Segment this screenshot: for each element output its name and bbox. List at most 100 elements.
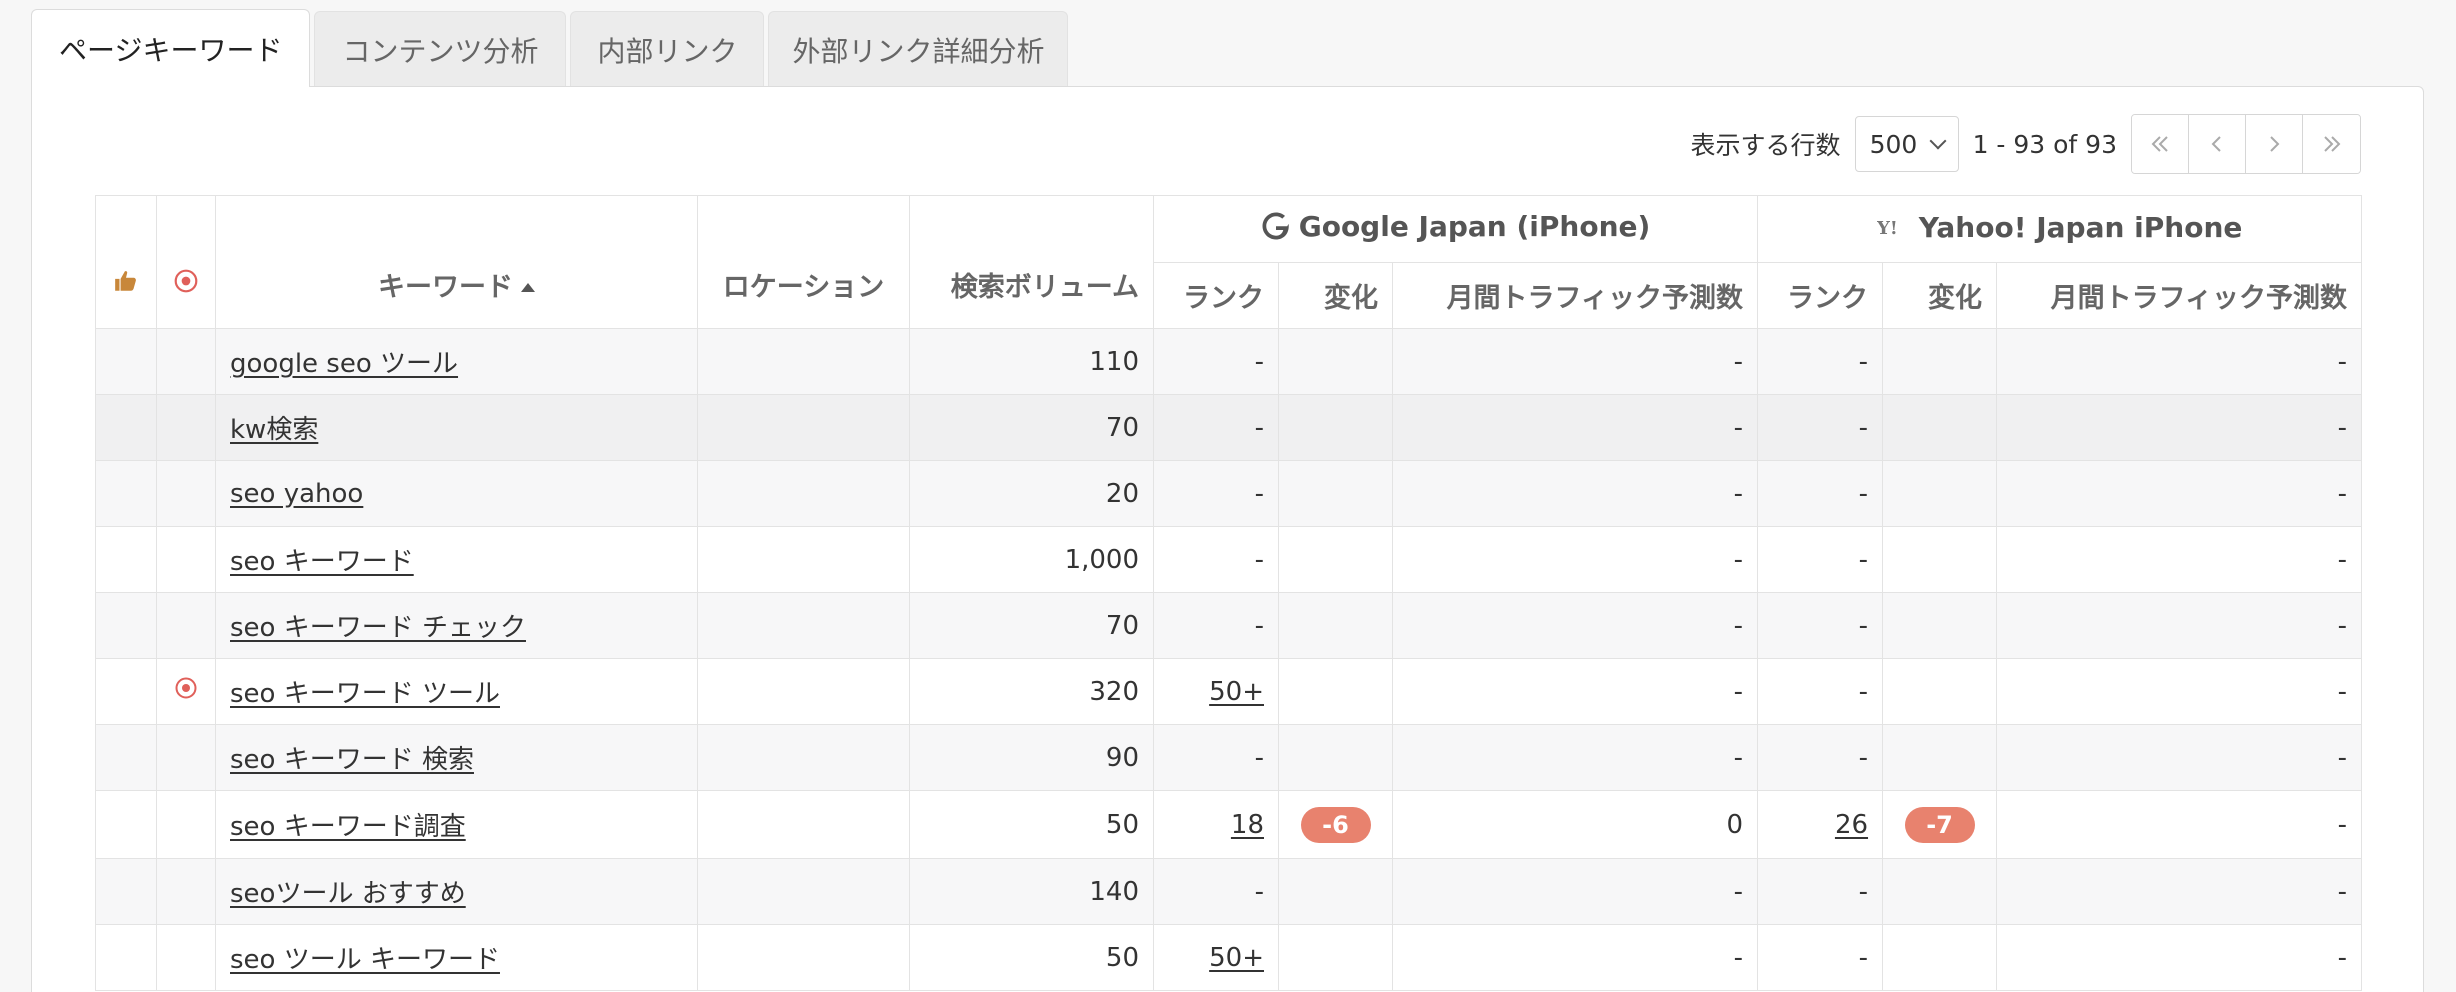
google-rank-header[interactable]: ランク [1153, 262, 1279, 329]
yahoo-change-cell [1882, 592, 1998, 659]
table-row: seo キーワード 検索 90 - - - - [95, 724, 2363, 791]
keyword-link[interactable]: seo キーワード チェック [230, 613, 526, 643]
keyword-column-header[interactable]: キーワード [215, 195, 698, 329]
location-cell [697, 592, 910, 659]
sort-ascending-icon [521, 282, 535, 292]
target-cell[interactable] [156, 858, 216, 925]
google-engine-header: Google Japan (iPhone) [1152, 195, 1759, 263]
favorite-cell[interactable] [95, 394, 157, 461]
volume-cell: 20 [909, 460, 1154, 527]
google-traffic-cell: - [1391, 858, 1759, 925]
favorite-cell[interactable] [95, 724, 157, 791]
keyword-link[interactable]: seo キーワード ツール [230, 679, 500, 709]
table-row: google seo ツール 110 - - - - [95, 328, 2363, 395]
volume-value: 50 [1105, 809, 1139, 840]
google-rank-link[interactable]: 50+ [1209, 677, 1264, 707]
yahoo-traffic-value: - [2337, 412, 2348, 443]
location-column-header[interactable]: ロケーション [697, 195, 910, 329]
keyword-link[interactable]: seo キーワード調査 [230, 812, 466, 842]
tab-content-analysis[interactable]: コンテンツ分析 [314, 11, 567, 87]
favorite-cell[interactable] [95, 790, 157, 859]
keyword-link[interactable]: seo キーワード 検索 [230, 745, 474, 775]
tab-page-keywords[interactable]: ページキーワード [31, 9, 311, 87]
google-traffic-cell: - [1391, 328, 1759, 395]
google-change-header[interactable]: 変化 [1278, 262, 1393, 329]
google-change-cell [1278, 526, 1393, 593]
keyword-link[interactable]: google seo ツール [230, 349, 458, 379]
rows-per-page-select[interactable]: 500 [1854, 116, 1959, 172]
yahoo-traffic-cell: - [1996, 460, 2363, 527]
google-traffic-cell: - [1391, 724, 1759, 791]
volume-value: 140 [1089, 876, 1139, 907]
favorite-cell[interactable] [95, 328, 157, 395]
google-rank-label: ランク [1183, 283, 1264, 314]
next-page-button[interactable] [2246, 115, 2303, 173]
target-icon [174, 269, 198, 292]
yahoo-rank-header[interactable]: ランク [1757, 262, 1884, 329]
yahoo-change-cell [1882, 858, 1998, 925]
google-change-badge: -6 [1300, 806, 1371, 843]
target-cell[interactable] [156, 790, 216, 859]
table-row: seo キーワード チェック 70 - - - - [95, 592, 2363, 659]
yahoo-traffic-value: - [2337, 346, 2348, 377]
target-cell[interactable] [156, 394, 216, 461]
keyword-link[interactable]: seo キーワード [230, 547, 414, 577]
yahoo-traffic-header[interactable]: 月間トラフィック予測数 [1996, 262, 2363, 329]
double-chevron-right-icon [2323, 136, 2340, 152]
pagination [2131, 114, 2361, 174]
volume-column-header[interactable]: 検索ボリューム [909, 195, 1154, 329]
target-cell[interactable] [156, 724, 216, 791]
tab-external-links-detail[interactable]: 外部リンク詳細分析 [768, 11, 1069, 87]
favorite-cell[interactable] [95, 526, 157, 593]
keyword-link[interactable]: seo yahoo [230, 479, 363, 509]
favorite-cell[interactable] [95, 592, 157, 659]
volume-value: 1,000 [1064, 544, 1139, 575]
google-rank-value: - [1254, 478, 1264, 509]
keyword-cell: seo yahoo [215, 460, 698, 527]
google-traffic-cell: 0 [1391, 790, 1759, 859]
keyword-link[interactable]: seoツール おすすめ [230, 879, 466, 909]
favorite-cell[interactable] [95, 858, 157, 925]
keyword-cell: google seo ツール [215, 328, 698, 395]
volume-cell: 50 [909, 924, 1154, 991]
volume-cell: 140 [909, 858, 1154, 925]
target-cell[interactable] [156, 658, 216, 725]
favorite-cell[interactable] [95, 924, 157, 991]
volume-value: 70 [1105, 412, 1139, 443]
google-rank-cell: - [1153, 724, 1279, 791]
target-cell[interactable] [156, 328, 216, 395]
google-rank-link[interactable]: 18 [1231, 810, 1264, 840]
target-cell[interactable] [156, 592, 216, 659]
target-cell[interactable] [156, 526, 216, 593]
yahoo-rank-cell: - [1757, 858, 1884, 925]
favorite-cell[interactable] [95, 658, 157, 725]
yahoo-rank-value: - [1858, 876, 1869, 907]
prev-page-button[interactable] [2189, 115, 2246, 173]
google-rank-link[interactable]: 50+ [1209, 943, 1264, 973]
google-traffic-cell: - [1391, 658, 1759, 725]
google-rank-cell: - [1153, 858, 1279, 925]
google-rank-cell: 18 [1153, 790, 1279, 859]
favorite-cell[interactable] [95, 460, 157, 527]
google-traffic-header[interactable]: 月間トラフィック予測数 [1391, 262, 1759, 329]
yahoo-change-header[interactable]: 変化 [1882, 262, 1998, 329]
last-page-button[interactable] [2303, 115, 2360, 173]
google-traffic-cell: - [1391, 460, 1759, 527]
keyword-link[interactable]: seo ツール キーワード [230, 945, 500, 975]
tab-internal-links[interactable]: 内部リンク [570, 11, 765, 87]
location-cell [697, 658, 910, 725]
yahoo-traffic-cell: - [1996, 924, 2363, 991]
yahoo-rank-link[interactable]: 26 [1835, 810, 1868, 840]
target-cell[interactable] [156, 460, 216, 527]
table-row: seo キーワード 1,000 - - - - [95, 526, 2363, 593]
location-cell [697, 328, 910, 395]
keywords-table: キーワード ロケーション 検索ボリューム Google Japan (iPhon… [95, 195, 2363, 991]
google-traffic-value: - [1733, 346, 1744, 377]
favorite-column-header[interactable] [95, 195, 157, 329]
yahoo-engine-label: Yahoo! Japan iPhone [1918, 211, 2243, 245]
target-column-header[interactable] [156, 195, 216, 329]
target-cell[interactable] [156, 924, 216, 991]
keyword-link[interactable]: kw検索 [230, 415, 318, 445]
first-page-button[interactable] [2132, 115, 2189, 173]
table-row: seo ツール キーワード 50 50+ - - - [95, 924, 2363, 991]
